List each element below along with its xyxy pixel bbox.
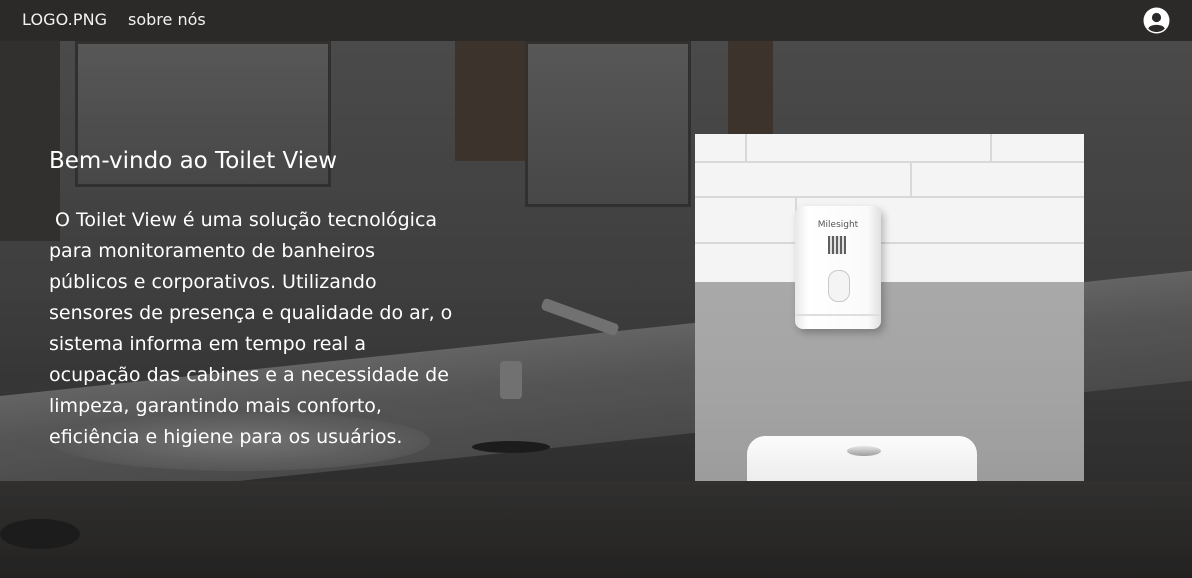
flush-button-icon	[847, 446, 881, 456]
product-image: Milesight	[695, 134, 1084, 481]
top-navbar: LOGO.PNG sobre nós	[0, 0, 1192, 41]
hero-description: O Toilet View é uma solução tecnológica …	[49, 209, 459, 448]
logo-link[interactable]: LOGO.PNG	[22, 10, 107, 29]
qr-code-icon	[828, 236, 846, 254]
sensor-button-icon	[828, 270, 850, 302]
hero-title: Bem-vindo ao Toilet View	[49, 148, 338, 174]
hero-section: Bem-vindo ao Toilet View O Toilet View é…	[0, 41, 1192, 578]
toilet-tank	[747, 436, 977, 481]
user-circle-icon	[1143, 7, 1170, 34]
user-account-icon[interactable]	[1143, 7, 1170, 34]
sensor-device: Milesight	[795, 206, 881, 329]
sensor-brand-label: Milesight	[817, 220, 859, 230]
nav-link-about[interactable]: sobre nós	[128, 10, 206, 29]
